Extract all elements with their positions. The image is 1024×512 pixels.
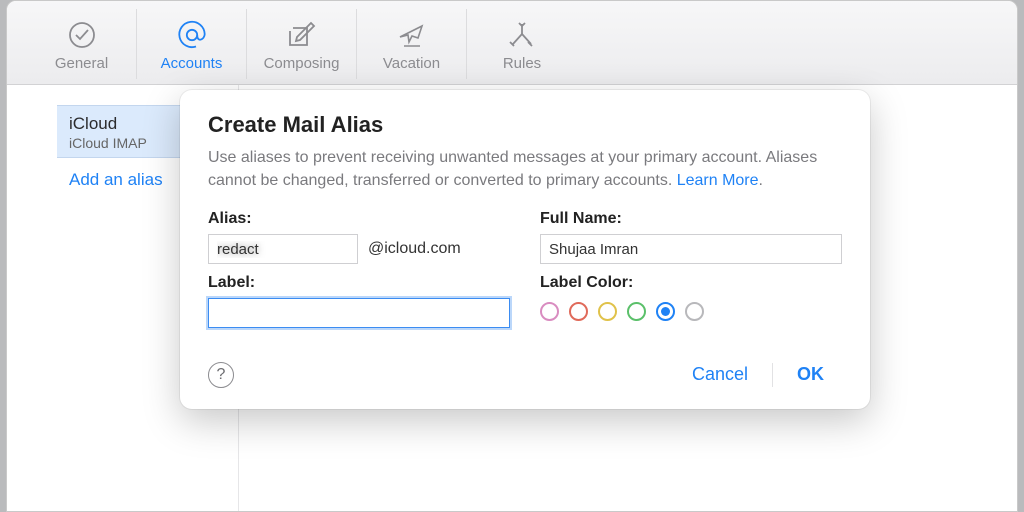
color-swatch-none[interactable] bbox=[685, 302, 704, 321]
alias-field-group: Alias: @icloud.com bbox=[208, 210, 510, 264]
color-swatch-blue[interactable] bbox=[656, 302, 675, 321]
help-icon: ? bbox=[217, 366, 226, 384]
cancel-button[interactable]: Cancel bbox=[674, 358, 766, 391]
alias-domain-suffix: @icloud.com bbox=[368, 240, 461, 258]
dialog-title: Create Mail Alias bbox=[208, 112, 842, 138]
toolbar: General Accounts Composing bbox=[7, 1, 1017, 85]
tab-rules[interactable]: Rules bbox=[467, 9, 577, 79]
footer-actions: Cancel OK bbox=[674, 358, 842, 391]
fullname-input[interactable] bbox=[540, 234, 842, 264]
create-mail-alias-dialog: Create Mail Alias Use aliases to prevent… bbox=[180, 90, 870, 409]
tab-vacation[interactable]: Vacation bbox=[357, 9, 467, 79]
color-swatch-pink[interactable] bbox=[540, 302, 559, 321]
form-grid: Alias: @icloud.com Full Name: Label: Lab… bbox=[208, 210, 842, 328]
dialog-description: Use aliases to prevent receiving unwante… bbox=[208, 146, 842, 192]
color-swatch-red[interactable] bbox=[569, 302, 588, 321]
learn-more-link[interactable]: Learn More bbox=[677, 172, 759, 189]
label-label: Label: bbox=[208, 274, 510, 292]
alias-input[interactable] bbox=[208, 234, 358, 264]
tab-composing[interactable]: Composing bbox=[247, 9, 357, 79]
tab-label: Rules bbox=[503, 55, 541, 72]
tab-accounts[interactable]: Accounts bbox=[137, 9, 247, 79]
color-swatch-green[interactable] bbox=[627, 302, 646, 321]
tab-label: Composing bbox=[264, 55, 340, 72]
tab-label: Vacation bbox=[383, 55, 440, 72]
rules-icon bbox=[507, 19, 537, 51]
dialog-footer: ? Cancel OK bbox=[208, 358, 842, 391]
tab-general[interactable]: General bbox=[27, 9, 137, 79]
label-input[interactable] bbox=[208, 298, 510, 328]
fullname-label: Full Name: bbox=[540, 210, 842, 228]
divider bbox=[772, 363, 773, 387]
tab-label: General bbox=[55, 55, 108, 72]
airplane-icon bbox=[396, 19, 428, 51]
color-label: Label Color: bbox=[540, 274, 842, 292]
color-swatch-row bbox=[540, 298, 842, 321]
fullname-field-group: Full Name: bbox=[540, 210, 842, 264]
checkmark-circle-icon bbox=[67, 19, 97, 51]
color-field-group: Label Color: bbox=[540, 274, 842, 328]
tab-label: Accounts bbox=[161, 55, 223, 72]
label-field-group: Label: bbox=[208, 274, 510, 328]
alias-label: Alias: bbox=[208, 210, 510, 228]
help-button[interactable]: ? bbox=[208, 362, 234, 388]
compose-icon bbox=[287, 19, 317, 51]
color-swatch-yellow[interactable] bbox=[598, 302, 617, 321]
at-sign-icon bbox=[176, 19, 208, 51]
ok-button[interactable]: OK bbox=[779, 358, 842, 391]
